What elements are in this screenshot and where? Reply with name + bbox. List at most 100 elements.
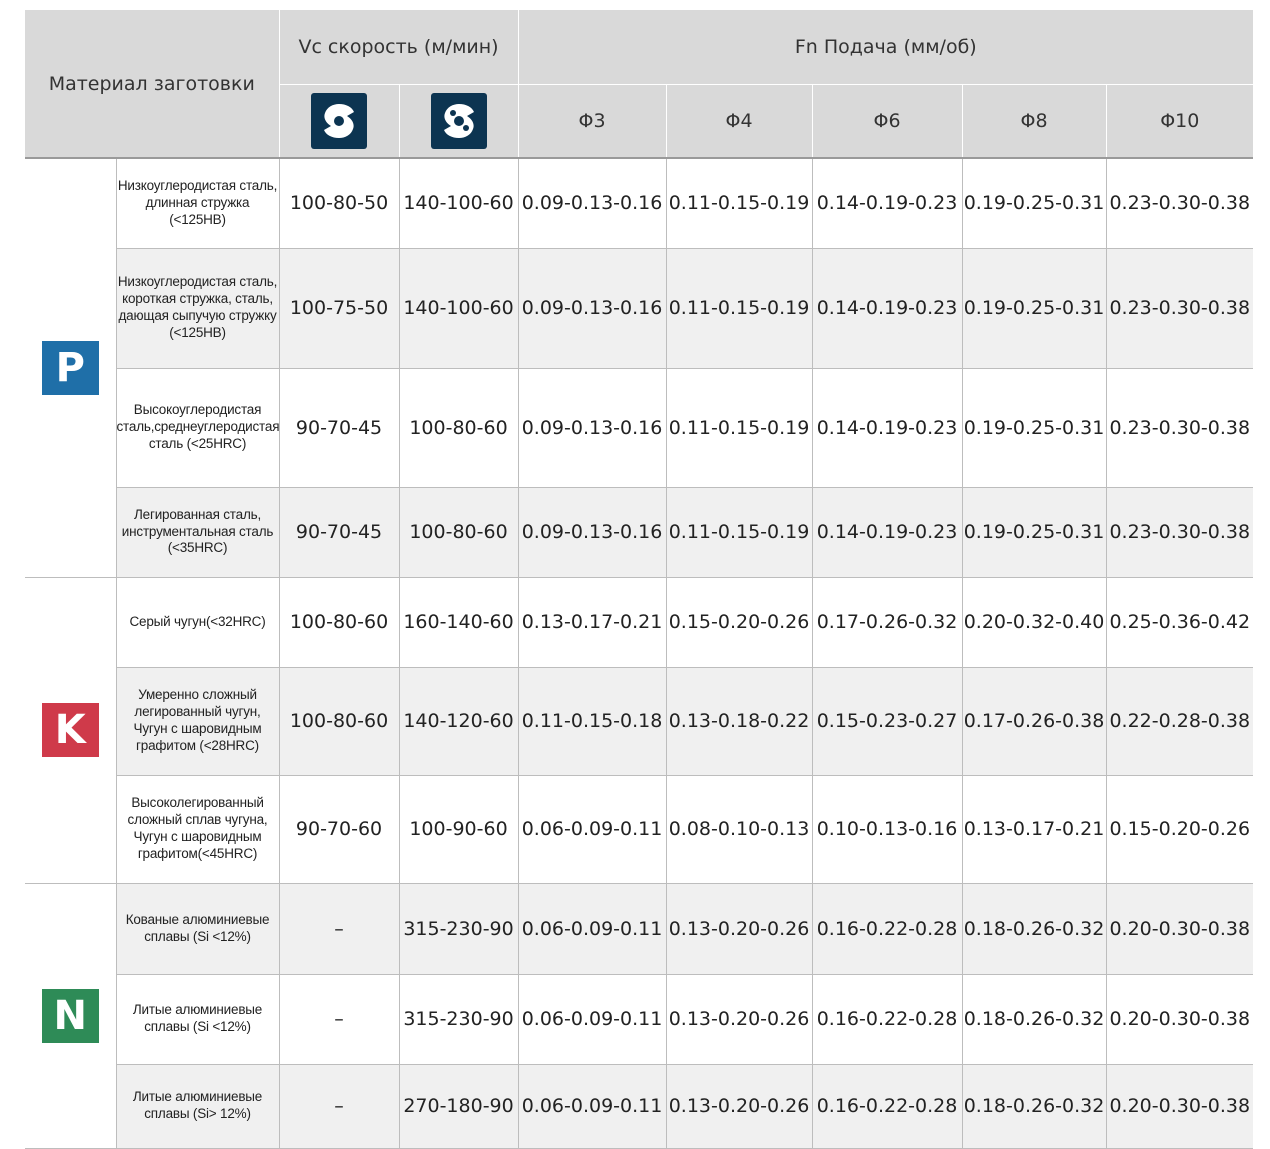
feed-value: 0.15-0.20-0.26 xyxy=(665,577,813,668)
vc-value: 90-70-45 xyxy=(278,368,400,488)
feed-value: 0.11-0.15-0.18 xyxy=(517,667,667,776)
table-row: K Серый чугун(<32HRC) 100-80-60 160-140-… xyxy=(25,577,1254,884)
table-row: Высокоуглеродистая сталь,среднеуглеродис… xyxy=(25,368,1254,488)
table-row: P Низкоуглеродистая сталь, длинная струж… xyxy=(25,158,1254,578)
vc-value: 140-100-60 xyxy=(398,248,519,369)
feed-value: 0.09-0.13-0.16 xyxy=(517,368,667,488)
material-description: Литые алюминиевые сплавы (Si <12%) xyxy=(115,974,280,1065)
vc-value: 140-100-60 xyxy=(398,158,519,249)
feed-value: 0.16-0.22-0.28 xyxy=(811,883,963,975)
vc-value: 100-80-60 xyxy=(278,667,400,776)
feed-value: 0.14-0.19-0.23 xyxy=(811,158,963,249)
diameter-header: Φ4 xyxy=(666,84,813,159)
feed-value: 0.13-0.20-0.26 xyxy=(665,883,813,975)
insert-solid-icon xyxy=(311,93,368,149)
material-description: Высокоуглеродистая сталь,среднеуглеродис… xyxy=(115,368,280,488)
group-badge-n: N xyxy=(41,988,99,1043)
feed-value: 0.23-0.30-0.38 xyxy=(1105,158,1254,249)
feed-value: 0.17-0.26-0.32 xyxy=(811,577,963,668)
feed-value: 0.06-0.09-0.11 xyxy=(517,883,667,975)
feed-value: 0.18-0.26-0.32 xyxy=(961,974,1107,1065)
vc-value: 100-80-60 xyxy=(398,368,519,488)
feed-value: 0.06-0.09-0.11 xyxy=(517,974,667,1065)
feed-value: 0.17-0.26-0.38 xyxy=(961,667,1107,776)
vc-value: – xyxy=(278,883,400,975)
vc-value: – xyxy=(278,974,400,1065)
feed-value: 0.18-0.26-0.32 xyxy=(961,1064,1107,1149)
feed-value: 0.13-0.20-0.26 xyxy=(665,1064,813,1149)
insert-coolant-holes-icon xyxy=(430,93,487,149)
feed-value: 0.19-0.25-0.31 xyxy=(961,487,1107,578)
feed-value: 0.20-0.30-0.38 xyxy=(1105,1064,1254,1149)
vc-value: 90-70-45 xyxy=(278,487,400,578)
feed-value: 0.23-0.30-0.38 xyxy=(1105,368,1254,488)
table-body: P Низкоуглеродистая сталь, длинная струж… xyxy=(25,158,1254,1149)
feed-value: 0.16-0.22-0.28 xyxy=(811,974,963,1065)
feed-value: 0.22-0.28-0.38 xyxy=(1105,667,1254,776)
feed-value: 0.08-0.10-0.13 xyxy=(665,775,813,884)
material-description: Низкоуглеродистая сталь, длинная стружка… xyxy=(115,158,280,249)
feed-value: 0.09-0.13-0.16 xyxy=(517,487,667,578)
feed-value: 0.14-0.19-0.23 xyxy=(811,248,963,369)
feed-value: 0.23-0.30-0.38 xyxy=(1105,248,1254,369)
feed-value: 0.13-0.18-0.22 xyxy=(665,667,813,776)
feed-value: 0.14-0.19-0.23 xyxy=(811,368,963,488)
diameter-header: Φ10 xyxy=(1106,84,1254,159)
feed-value: 0.14-0.19-0.23 xyxy=(811,487,963,578)
feed-value: 0.13-0.20-0.26 xyxy=(665,974,813,1065)
feed-value: 0.16-0.22-0.28 xyxy=(811,1064,963,1149)
feed-value: 0.11-0.15-0.19 xyxy=(665,248,813,369)
table-row: Легированная сталь, инструментальная ста… xyxy=(25,487,1254,578)
diameter-header: Φ8 xyxy=(962,84,1107,159)
feed-value: 0.13-0.17-0.21 xyxy=(961,775,1107,884)
feed-header: Fn Подача (мм/об) xyxy=(518,10,1254,85)
feed-value: 0.15-0.20-0.26 xyxy=(1105,775,1254,884)
material-group-n: N xyxy=(25,883,116,1149)
diameter-header: Φ6 xyxy=(812,84,963,159)
feed-value: 0.13-0.17-0.21 xyxy=(517,577,667,668)
material-description: Серый чугун(<32HRC) xyxy=(115,577,280,668)
feed-value: 0.20-0.32-0.40 xyxy=(961,577,1107,668)
diameter-header: Φ3 xyxy=(518,84,667,159)
vc-value: 90-70-60 xyxy=(278,775,400,884)
feed-value: 0.19-0.25-0.31 xyxy=(961,368,1107,488)
vc-value: 315-230-90 xyxy=(398,974,519,1065)
material-group-k: K xyxy=(25,577,116,884)
vc-value: 100-80-50 xyxy=(278,158,400,249)
material-description: Низкоуглеродистая сталь, короткая стружк… xyxy=(115,248,280,369)
group-badge-p: P xyxy=(41,340,99,395)
vc-value: 315-230-90 xyxy=(398,883,519,975)
feed-value: 0.23-0.30-0.38 xyxy=(1105,487,1254,578)
table-header: Материал заготовки Vc скорость (м/мин) F… xyxy=(25,10,1254,159)
vc-value: 100-90-60 xyxy=(398,775,519,884)
material-description: Высоколегированный сложный сплав чугуна,… xyxy=(115,775,280,884)
vc-value: 100-75-50 xyxy=(278,248,400,369)
vc-value: 140-120-60 xyxy=(398,667,519,776)
material-description: Умеренно сложный легированный чугун, Чуг… xyxy=(115,667,280,776)
insert-coolant-header xyxy=(399,84,519,159)
feed-value: 0.10-0.13-0.16 xyxy=(811,775,963,884)
feed-value: 0.11-0.15-0.19 xyxy=(665,487,813,578)
feed-value: 0.20-0.30-0.38 xyxy=(1105,974,1254,1065)
feed-value: 0.15-0.23-0.27 xyxy=(811,667,963,776)
feed-value: 0.19-0.25-0.31 xyxy=(961,248,1107,369)
vc-value: 160-140-60 xyxy=(398,577,519,668)
feed-value: 0.20-0.30-0.38 xyxy=(1105,883,1254,975)
table-row: Умеренно сложный легированный чугун, Чуг… xyxy=(25,667,1254,776)
cutting-data-table: Материал заготовки Vc скорость (м/мин) F… xyxy=(25,10,1254,1149)
feed-value: 0.25-0.36-0.42 xyxy=(1105,577,1254,668)
insert-solid-header xyxy=(279,84,400,159)
cutting-speed-header: Vc скорость (м/мин) xyxy=(279,10,519,85)
material-header: Материал заготовки xyxy=(25,10,280,159)
feed-value: 0.09-0.13-0.16 xyxy=(517,248,667,369)
vc-value: 100-80-60 xyxy=(398,487,519,578)
material-group-p: P xyxy=(25,158,116,578)
vc-value: 270-180-90 xyxy=(398,1064,519,1149)
feed-value: 0.09-0.13-0.16 xyxy=(517,158,667,249)
table-row: N Кованые алюминиевые сплавы (Si <12%) –… xyxy=(25,883,1254,1149)
feed-value: 0.18-0.26-0.32 xyxy=(961,883,1107,975)
material-description: Литые алюминиевые сплавы (Si> 12%) xyxy=(115,1064,280,1149)
table-row: Низкоуглеродистая сталь, короткая стружк… xyxy=(25,248,1254,369)
feed-value: 0.11-0.15-0.19 xyxy=(665,158,813,249)
vc-value: 100-80-60 xyxy=(278,577,400,668)
